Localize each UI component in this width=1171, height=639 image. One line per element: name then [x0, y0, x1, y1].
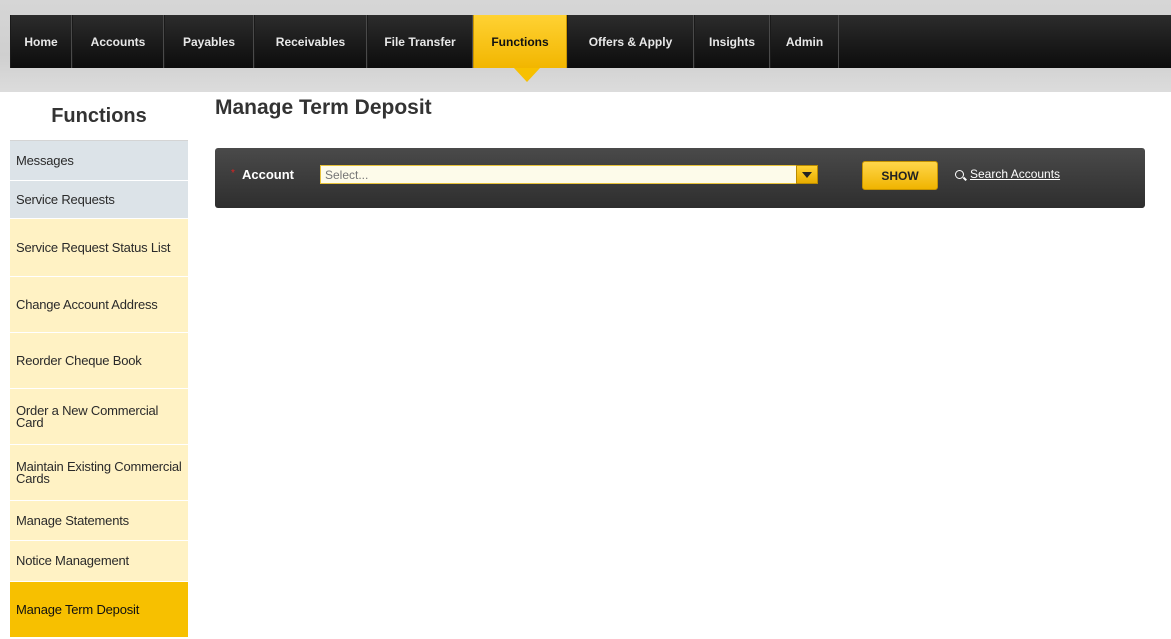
search-accounts-label: Search Accounts: [970, 167, 1061, 181]
account-filter-bar: * Account SHOW Search Accounts: [215, 148, 1145, 208]
active-tab-pointer: [514, 68, 540, 82]
required-marker: *: [231, 168, 235, 179]
nav-offers-apply[interactable]: Offers & Apply: [567, 15, 694, 68]
sidebar-item-manage-statements[interactable]: Manage Statements: [10, 501, 188, 541]
account-label: Account: [242, 167, 294, 182]
search-accounts-link[interactable]: Search Accounts: [955, 167, 1060, 181]
nav-functions[interactable]: Functions: [473, 15, 567, 68]
nav-accounts[interactable]: Accounts: [72, 15, 164, 68]
sidebar-item-messages[interactable]: Messages: [10, 141, 188, 181]
sidebar-title: Functions: [10, 92, 188, 141]
sidebar-item-reorder-cheque-book[interactable]: Reorder Cheque Book: [10, 333, 188, 389]
sidebar-item-service-request-status-list[interactable]: Service Request Status List: [10, 219, 188, 277]
sidebar-item-maintain-commercial-cards[interactable]: Maintain Existing Commercial Cards: [10, 445, 188, 501]
nav-admin[interactable]: Admin: [770, 15, 839, 68]
nav-payables[interactable]: Payables: [164, 15, 254, 68]
account-dropdown-button[interactable]: [796, 165, 818, 184]
search-icon: [955, 169, 964, 179]
sidebar-item-order-commercial-card[interactable]: Order a New Commercial Card: [10, 389, 188, 445]
sidebar-item-service-requests[interactable]: Service Requests: [10, 181, 188, 219]
nav-receivables[interactable]: Receivables: [254, 15, 367, 68]
sidebar-item-manage-term-deposit[interactable]: Manage Term Deposit: [10, 582, 188, 638]
sidebar-item-notice-management[interactable]: Notice Management: [10, 541, 188, 582]
main-nav: Home Accounts Payables Receivables File …: [10, 15, 1171, 68]
nav-insights[interactable]: Insights: [694, 15, 770, 68]
sidebar-item-change-account-address[interactable]: Change Account Address: [10, 277, 188, 333]
show-button[interactable]: SHOW: [862, 161, 938, 190]
nav-home[interactable]: Home: [10, 15, 72, 68]
sidebar: Functions Messages Service Requests Serv…: [10, 92, 188, 639]
nav-file-transfer[interactable]: File Transfer: [367, 15, 473, 68]
page-title: Manage Term Deposit: [215, 96, 432, 119]
chevron-down-icon: [802, 171, 812, 178]
account-select[interactable]: [320, 165, 818, 184]
